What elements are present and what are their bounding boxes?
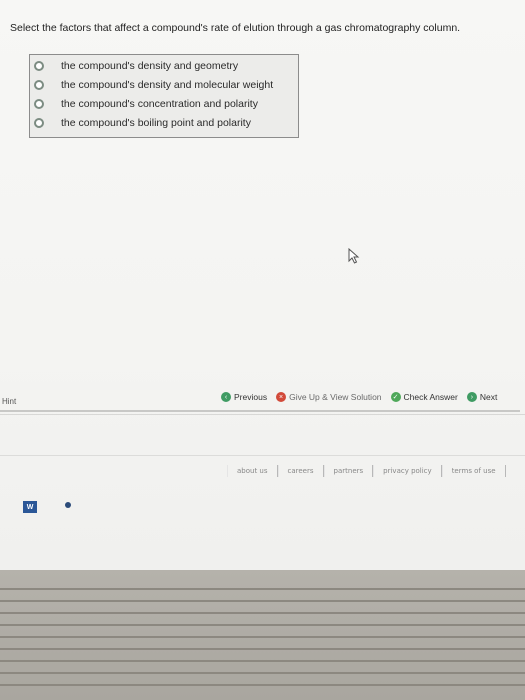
footer-link-terms-of-use[interactable]: terms of use xyxy=(441,465,506,477)
answer-text: the compound's density and geometry xyxy=(61,60,239,72)
vent-line xyxy=(0,600,525,602)
vent-line xyxy=(0,636,525,638)
cancel-icon: × xyxy=(276,392,287,402)
mouse-cursor-icon xyxy=(348,248,360,264)
vent-line xyxy=(0,684,525,686)
give-up-label: Give Up & View Solution xyxy=(289,392,382,402)
radio-button[interactable] xyxy=(34,80,44,90)
check-answer-button[interactable]: ✓ Check Answer xyxy=(390,392,458,402)
vent-line xyxy=(0,612,525,614)
answer-text: the compound's boiling point and polarit… xyxy=(61,117,251,129)
footer-link-partners[interactable]: partners xyxy=(323,465,374,477)
answer-option[interactable]: the compound's boiling point and polarit… xyxy=(34,114,296,132)
arrow-right-icon: › xyxy=(466,392,477,402)
next-button[interactable]: › Next xyxy=(466,392,498,402)
radio-button[interactable] xyxy=(34,99,44,109)
question-navigation: ‹ Previous × Give Up & View Solution ✓ C… xyxy=(221,389,506,405)
check-answer-label: Check Answer xyxy=(403,392,458,402)
answer-text: the compound's density and molecular wei… xyxy=(61,79,274,91)
vent-line xyxy=(0,624,525,626)
footer-link-privacy-policy[interactable]: privacy policy xyxy=(373,465,442,477)
answer-option[interactable]: the compound's concentration and polarit… xyxy=(34,95,296,113)
give-up-button[interactable]: × Give Up & View Solution xyxy=(276,392,382,402)
previous-button[interactable]: ‹ Previous xyxy=(221,392,267,402)
answer-text: the compound's concentration and polarit… xyxy=(61,98,258,110)
screen: Select the factors that affect a compoun… xyxy=(0,0,525,570)
word-app-icon[interactable]: W xyxy=(23,501,37,513)
question-prompt: Select the factors that affect a compoun… xyxy=(10,22,461,34)
divider xyxy=(0,455,525,456)
answer-option[interactable]: the compound's density and molecular wei… xyxy=(34,76,296,94)
arrow-left-icon: ‹ xyxy=(221,392,231,402)
answer-options-box: the compound's density and geometry the … xyxy=(29,54,299,138)
footer-link-careers[interactable]: careers xyxy=(277,465,324,477)
vent-line xyxy=(0,672,525,674)
checkmark-icon: ✓ xyxy=(390,392,401,402)
monitor-bezel xyxy=(0,570,525,700)
vent-line xyxy=(0,648,525,650)
footer-links: about us careers partners privacy policy… xyxy=(227,465,506,477)
footer-link-about-us[interactable]: about us xyxy=(227,465,278,477)
radio-button[interactable] xyxy=(34,61,44,71)
previous-label: Previous xyxy=(234,392,268,402)
vent-line xyxy=(0,660,525,662)
divider xyxy=(0,414,525,415)
answer-option[interactable]: the compound's density and geometry xyxy=(34,57,296,75)
radio-button[interactable] xyxy=(34,118,44,128)
vent-line xyxy=(0,588,525,590)
next-label: Next xyxy=(479,392,498,402)
hint-label: Hint xyxy=(2,397,17,406)
app-icon[interactable] xyxy=(65,502,71,508)
